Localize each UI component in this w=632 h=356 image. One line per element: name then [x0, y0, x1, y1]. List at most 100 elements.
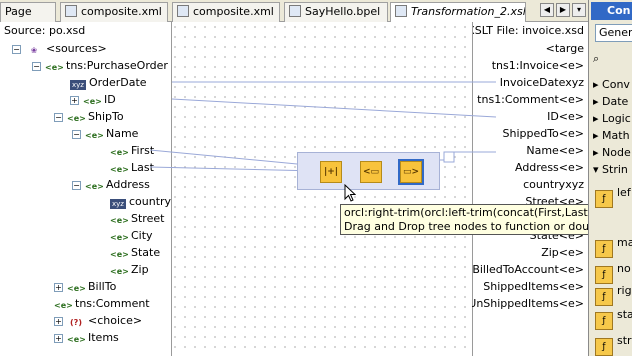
palette-function-item[interactable]: ƒ lef: [595, 180, 631, 208]
palette-function-item[interactable]: ƒsta: [595, 302, 632, 330]
palette-function-label: sta: [617, 308, 632, 321]
tab-sayhello-bpel[interactable]: SayHello.bpel: [284, 2, 388, 22]
palette-function-item[interactable]: ƒ str: [595, 328, 632, 356]
choice-icon: (?): [70, 318, 82, 327]
palette-category-label: Strin: [602, 163, 628, 176]
source-node[interactable]: + <e> Items: [54, 329, 119, 346]
element-icon: <e>: [558, 93, 584, 106]
target-node[interactable]: Name<e>: [526, 142, 584, 159]
expand-icon[interactable]: +: [54, 317, 63, 326]
tab-label: composite.xml: [193, 5, 274, 18]
target-node[interactable]: Zip<e>: [541, 244, 584, 261]
source-node-label: Address: [106, 178, 150, 191]
target-node-label: Zip: [541, 246, 559, 259]
element-icon: <e>: [558, 127, 584, 140]
palette-category[interactable]: ▸ Node: [593, 144, 631, 161]
palette-category[interactable]: ▸ Date: [593, 93, 628, 110]
source-node[interactable]: + <e> BillTo: [54, 278, 116, 295]
element-icon: <e>: [83, 97, 102, 106]
source-node[interactable]: + (?) <choice>: [54, 312, 142, 329]
composite-file-icon: [177, 5, 189, 17]
source-node-label: City: [131, 229, 153, 242]
element-icon: <e>: [558, 280, 584, 293]
palette-category-label: Node: [602, 146, 631, 159]
source-node[interactable]: − <e> ShipTo: [54, 108, 124, 125]
collapse-icon[interactable]: −: [72, 181, 81, 190]
palette-function-item[interactable]: ƒ rig: [595, 278, 632, 306]
tab-composite-1[interactable]: composite.xml: [60, 2, 168, 22]
target-node[interactable]: BilledToAccount<e>: [472, 261, 584, 278]
tooltip-expression: orcl:right-trim(orcl:left-trim(concat(Fi…: [344, 206, 601, 219]
target-node-label: <targe: [545, 42, 584, 55]
source-node[interactable]: − ❀ <sources>: [12, 40, 107, 57]
target-node[interactable]: ID<e>: [547, 108, 584, 125]
attribute-icon: xyz: [70, 80, 86, 90]
element-icon: <e>: [110, 148, 129, 157]
palette-category[interactable]: ▸ Conv: [593, 76, 630, 93]
tab-page[interactable]: Page: [0, 2, 56, 22]
target-node[interactable]: InvoiceDatexyz: [500, 74, 584, 91]
attribute-icon: xyz: [565, 76, 584, 89]
palette-function-item[interactable]: ƒma: [595, 230, 632, 258]
source-node[interactable]: + <e> ID: [70, 91, 116, 108]
target-node[interactable]: <targe: [546, 40, 584, 57]
palette-category-select[interactable]: Genera: [595, 24, 632, 42]
source-node-label: ShipTo: [88, 110, 124, 123]
source-node[interactable]: − <e> Name: [72, 125, 138, 142]
palette-function-label: lef: [617, 186, 631, 199]
element-icon: <e>: [110, 233, 129, 242]
search-icon[interactable]: ⌕: [593, 50, 599, 67]
target-node[interactable]: tns1:Comment<e>: [477, 91, 584, 108]
chevron-right-icon: ▸: [593, 146, 603, 159]
expand-icon[interactable]: +: [54, 334, 63, 343]
function-chain-box[interactable]: |+| <▭ ▭>: [297, 152, 440, 190]
left-trim-function-icon[interactable]: <▭: [360, 161, 382, 183]
source-node[interactable]: <e> First: [110, 142, 154, 159]
palette-category-label: Conv: [602, 78, 630, 91]
chevron-right-icon: ▸: [593, 129, 603, 142]
target-node[interactable]: ShippedItems<e>: [483, 278, 584, 295]
tooltip-hint: Drag and Drop tree nodes to function or …: [344, 220, 631, 233]
component-palette: Con Genera ▸ Conv▸ Date▸ Logic▸ Math▸ No…: [588, 0, 632, 356]
source-node[interactable]: xyz country: [110, 193, 171, 210]
palette-category[interactable]: ▸ Math: [593, 127, 630, 144]
source-node[interactable]: xyz OrderDate: [70, 74, 147, 91]
palette-category[interactable]: ▾ Strin: [593, 161, 628, 178]
tab-composite-2[interactable]: composite.xml: [172, 2, 280, 22]
source-node[interactable]: <e> Street: [110, 210, 164, 227]
collapse-icon[interactable]: −: [72, 130, 81, 139]
source-node[interactable]: <e> City: [110, 227, 153, 244]
element-icon: <e>: [558, 161, 584, 174]
right-trim-function-icon[interactable]: ▭>: [400, 161, 422, 183]
palette-category[interactable]: ▸ Logic: [593, 110, 631, 127]
source-node[interactable]: − <e> tns:PurchaseOrder: [32, 57, 168, 74]
target-node[interactable]: UnShippedItems<e>: [472, 295, 584, 312]
expand-icon[interactable]: +: [70, 96, 79, 105]
source-node[interactable]: <e> State: [110, 244, 160, 261]
source-node[interactable]: <e> tns:Comment: [54, 295, 150, 312]
source-node-label: ID: [104, 93, 116, 106]
target-node-label: BilledToAccount: [472, 263, 559, 276]
source-node[interactable]: − <e> Address: [72, 176, 150, 193]
collapse-icon[interactable]: −: [32, 62, 41, 71]
target-node[interactable]: Address<e>: [515, 159, 584, 176]
source-node-label: Last: [131, 161, 154, 174]
element-icon: <e>: [67, 114, 86, 123]
target-node[interactable]: countryxyz: [523, 176, 584, 193]
expand-icon[interactable]: +: [54, 283, 63, 292]
concat-function-icon[interactable]: |+|: [320, 161, 342, 183]
attribute-icon: xyz: [110, 199, 126, 209]
source-node[interactable]: <e> Last: [110, 159, 154, 176]
palette-category-label: Logic: [602, 112, 631, 125]
element-icon: <e>: [558, 110, 584, 123]
source-node-label: OrderDate: [89, 76, 147, 89]
tab-label: composite.xml: [81, 5, 162, 18]
attribute-icon: xyz: [565, 178, 584, 191]
target-node[interactable]: ShippedTo<e>: [502, 125, 584, 142]
collapse-icon[interactable]: −: [12, 45, 21, 54]
element-icon: <e>: [558, 144, 584, 157]
collapse-icon[interactable]: −: [54, 113, 63, 122]
source-node[interactable]: <e> Zip: [110, 261, 149, 278]
element-icon: <e>: [558, 59, 584, 72]
target-node[interactable]: tns1:Invoice<e>: [492, 57, 584, 74]
